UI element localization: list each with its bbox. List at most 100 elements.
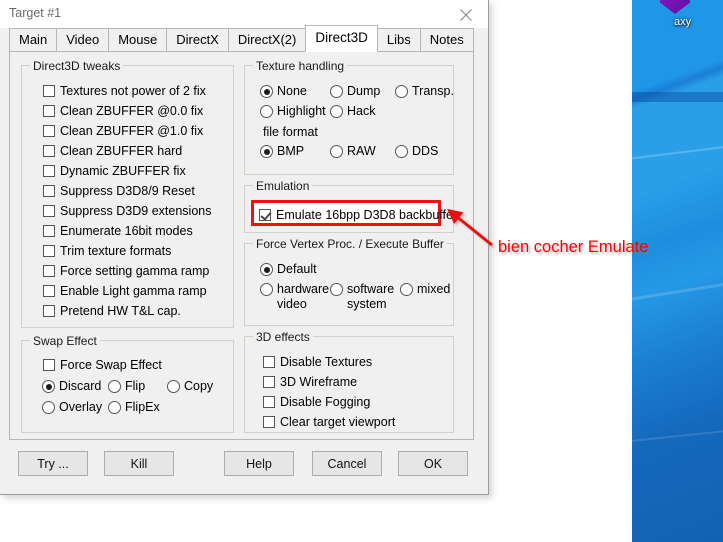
tab-notes[interactable]: Notes [419,28,474,52]
checkbox-clean-zbuffer-10[interactable]: Clean ZBUFFER @1.0 fix [43,124,203,138]
checkbox-clear-target-viewport[interactable]: Clear target viewport [263,415,395,429]
radio-swap-flipex[interactable]: FlipEx [108,400,160,414]
radio-format-raw[interactable]: RAW [330,144,376,158]
radio-label: Discard [59,379,102,393]
target-config-dialog: Target #1 Main Video Mouse DirectX Direc… [0,0,489,495]
group-label-3d-effects: 3D effects [253,330,313,344]
checkbox-box [43,145,55,157]
checkbox-textures-not-power-of-2[interactable]: Textures not power of 2 fix [43,84,206,98]
checkbox-label: Clean ZBUFFER @0.0 fix [60,104,204,118]
radio-texture-highlight[interactable]: Highlight [260,104,326,118]
tab-strip: Main Video Mouse DirectX DirectX(2) Dire… [9,25,474,52]
radio-dot [167,380,180,393]
radio-texture-none[interactable]: None [260,84,307,98]
checkbox-label: Pretend HW T&L cap. [60,304,181,318]
tab-directx2[interactable]: DirectX(2) [227,28,307,52]
group-label-emulation: Emulation [253,179,313,193]
checkbox-emulate-16bpp-d3d8-backbuffer[interactable]: Emulate 16bpp D3D8 backbuffer [259,208,457,222]
radio-vertex-hardware-video[interactable]: hardware video [260,282,329,312]
radio-dot [395,85,408,98]
radio-label: Highlight [277,104,326,118]
cancel-button[interactable]: Cancel [312,451,382,476]
checkbox-label: Clear target viewport [280,415,396,429]
checkbox-disable-textures[interactable]: Disable Textures [263,355,372,369]
radio-label: Default [277,262,317,276]
tab-libs[interactable]: Libs [376,28,421,52]
tab-direct3d[interactable]: Direct3D [305,25,378,52]
radio-format-bmp[interactable]: BMP [260,144,304,158]
help-button[interactable]: Help [224,451,294,476]
checkbox-box [263,416,275,428]
checkbox-label: Force setting gamma ramp [60,264,210,278]
radio-dot [260,85,273,98]
group-label-swap-effect: Swap Effect [30,334,100,348]
radio-dot [400,283,413,296]
ok-button[interactable]: OK [398,451,468,476]
checkbox-force-setting-gamma-ramp[interactable]: Force setting gamma ramp [43,264,209,278]
checkbox-label: Disable Fogging [280,395,371,409]
radio-swap-discard[interactable]: Discard [42,379,101,393]
radio-label: Overlay [59,400,103,414]
checkbox-box [43,105,55,117]
tab-main[interactable]: Main [9,28,58,52]
checkbox-enable-light-gamma-ramp[interactable]: Enable Light gamma ramp [43,284,207,298]
radio-vertex-mixed[interactable]: mixed [400,282,450,296]
checkbox-label: Force Swap Effect [60,358,162,372]
checkbox-box [43,245,55,257]
checkbox-pretend-hw-tl-cap[interactable]: Pretend HW T&L cap. [43,304,181,318]
radio-swap-flip[interactable]: Flip [108,379,145,393]
group-swap-effect: Swap Effect Force Swap Effect Discard Fl… [21,334,234,433]
radio-label: Flip [125,379,146,393]
checkbox-label: Enumerate 16bit modes [60,224,193,238]
tab-directx[interactable]: DirectX [166,28,229,52]
tab-mouse[interactable]: Mouse [108,28,168,52]
checkbox-box [43,305,55,317]
checkbox-box [43,285,55,297]
checkbox-box [263,356,275,368]
radio-texture-hack[interactable]: Hack [330,104,375,118]
radio-format-dds[interactable]: DDS [395,144,438,158]
radio-swap-overlay[interactable]: Overlay [42,400,102,414]
kill-button[interactable]: Kill [104,451,174,476]
checkbox-clean-zbuffer-hard[interactable]: Clean ZBUFFER hard [43,144,182,158]
checkbox-suppress-d3d9-extensions[interactable]: Suppress D3D9 extensions [43,204,211,218]
radio-dot [330,145,343,158]
checkbox-box [263,376,275,388]
checkbox-trim-texture-formats[interactable]: Trim texture formats [43,244,171,258]
try-button[interactable]: Try ... [18,451,88,476]
title-bar: Target #1 [0,0,488,28]
tab-video[interactable]: Video [56,28,110,52]
radio-vertex-default[interactable]: Default [260,262,317,276]
checkbox-dynamic-zbuffer-fix[interactable]: Dynamic ZBUFFER fix [43,164,186,178]
checkbox-label: Suppress D3D9 extensions [60,204,212,218]
checkbox-box [259,209,271,221]
radio-label: None [277,84,307,98]
group-3d-effects: 3D effects Disable Textures 3D Wireframe… [244,330,454,433]
checkbox-box [43,265,55,277]
desktop-icon-galaxy[interactable]: axy [640,0,710,28]
checkbox-box [43,225,55,237]
radio-label: mixed [417,282,451,296]
checkbox-enumerate-16bit-modes[interactable]: Enumerate 16bit modes [43,224,193,238]
close-button[interactable] [444,0,488,28]
radio-label-wrap: software system [347,282,394,312]
checkbox-3d-wireframe[interactable]: 3D Wireframe [263,375,357,389]
radio-swap-copy[interactable]: Copy [167,379,213,393]
radio-vertex-software-system[interactable]: software system [330,282,394,312]
checkbox-clean-zbuffer-00[interactable]: Clean ZBUFFER @0.0 fix [43,104,203,118]
group-label-texture-handling: Texture handling [253,59,348,73]
radio-dot [260,283,273,296]
radio-texture-dump[interactable]: Dump [330,84,380,98]
radio-dot [330,85,343,98]
radio-texture-transp[interactable]: Transp. [395,84,454,98]
radio-dot [260,105,273,118]
radio-label: BMP [277,144,305,158]
checkbox-suppress-d3d89-reset[interactable]: Suppress D3D8/9 Reset [43,184,195,198]
checkbox-label: Dynamic ZBUFFER fix [60,164,186,178]
checkbox-disable-fogging[interactable]: Disable Fogging [263,395,370,409]
group-force-vertex-proc: Force Vertex Proc. / Execute Buffer Defa… [244,237,454,326]
galaxy-icon [660,0,690,14]
checkbox-force-swap-effect[interactable]: Force Swap Effect [43,358,162,372]
checkbox-label: Emulate 16bpp D3D8 backbuffer [276,208,458,222]
checkbox-box [43,85,55,97]
